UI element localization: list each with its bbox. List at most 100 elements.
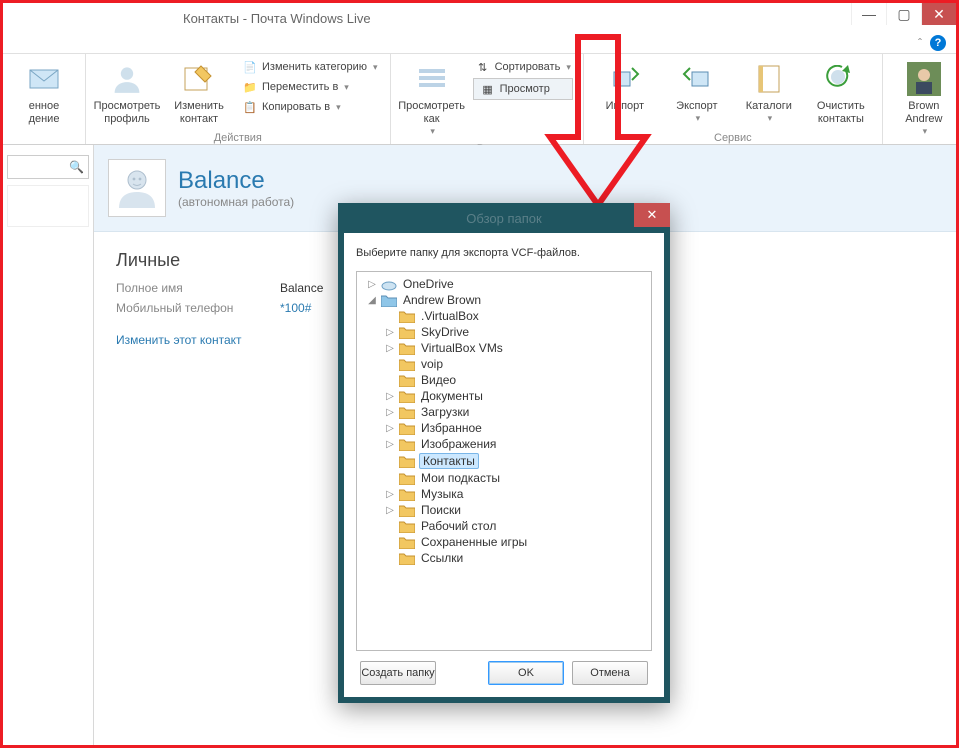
chevron-down-icon: ▾ [373,62,378,73]
view-as-button[interactable]: Просмотреть как▾ [397,58,467,141]
window-titlebar: Контакты - Почта Windows Live — ▢ ✕ [3,3,956,33]
tree-node[interactable]: .VirtualBox [359,308,649,324]
tree-node-label: voip [419,357,445,371]
help-icon[interactable]: ? [930,35,946,51]
tree-node[interactable]: Видео [359,372,649,388]
sort-button[interactable]: ⇅Сортировать▾ [473,58,573,76]
tree-node[interactable]: Мои подкасты [359,470,649,486]
ok-button[interactable]: OK [488,661,564,685]
tree-node-label: OneDrive [401,277,456,291]
tree-node-label: Контакты [419,453,479,469]
chevron-down-icon: ▾ [768,113,773,124]
search-input[interactable]: 🔍 [7,155,89,179]
folder-icon [399,325,415,339]
new-folder-button[interactable]: Создать папку [360,661,436,685]
tree-expand-icon[interactable]: ▷ [385,327,395,338]
chevron-down-icon: ▾ [923,126,928,137]
folder-icon [399,437,415,451]
tree-expand-icon[interactable]: ▷ [385,489,395,500]
tree-expand-icon[interactable]: ▷ [385,407,395,418]
tree-expand-icon[interactable] [385,359,395,370]
contact-list[interactable] [7,185,89,227]
catalogs-button[interactable]: Каталоги▾ [734,58,804,128]
mobile-value[interactable]: *100# [280,301,311,315]
tree-expand-icon[interactable] [385,311,395,322]
account-button[interactable]: Brown Andrew▾ [889,58,959,141]
category-icon: 📄 [242,59,258,75]
tree-node-label: Мои подкасты [419,471,502,485]
refresh-contacts-icon [824,62,858,96]
tree-node[interactable]: Ссылки [359,550,649,566]
import-icon [608,62,642,96]
tree-expand-icon[interactable]: ▷ [385,391,395,402]
export-icon [680,62,714,96]
tree-node[interactable]: ▷Загрузки [359,404,649,420]
preview-toggle[interactable]: ▦Просмотр [473,78,573,100]
tree-expand-icon[interactable]: ▷ [385,439,395,450]
tree-node-label: SkyDrive [419,325,471,339]
tree-expand-icon[interactable] [385,456,395,467]
tree-node[interactable]: ▷ Избранное [359,420,649,436]
new-message-button[interactable]: енное дение [9,58,79,130]
avatar-placeholder [108,159,166,217]
tree-node-label: Сохраненные игры [419,535,529,549]
tree-expand-icon[interactable] [385,553,395,564]
tree-node[interactable]: Контакты [359,452,649,470]
folder-icon [399,389,415,403]
list-view-icon [415,62,449,96]
move-icon: 📁 [242,79,258,95]
chevron-down-icon: ▾ [566,62,571,73]
tree-node[interactable]: ▷ Поиски [359,502,649,518]
book-icon [752,62,786,96]
tree-expand-icon[interactable]: ▷ [367,279,377,290]
edit-contact-button[interactable]: Изменить контакт [164,58,234,130]
ribbon-collapse-icon[interactable]: ˆ [918,36,922,50]
folder-icon [399,535,415,549]
tree-node[interactable]: ◢ Andrew Brown [359,292,649,308]
tree-node[interactable]: ▷Документы [359,388,649,404]
tree-node[interactable]: ▷VirtualBox VMs [359,340,649,356]
clear-contacts-button[interactable]: Очистить контакты [806,58,876,130]
import-button[interactable]: Импорт [590,58,660,117]
tree-expand-icon[interactable]: ▷ [385,343,395,354]
export-button[interactable]: Экспорт▾ [662,58,732,128]
tree-expand-icon[interactable]: ▷ [385,423,395,434]
folder-icon [399,471,415,485]
tree-node[interactable]: ▷Музыка [359,486,649,502]
full-name-value: Balance [280,281,323,295]
tree-node-label: Andrew Brown [401,293,483,307]
tree-node[interactable]: ▷Изображения [359,436,649,452]
folder-icon [399,373,415,387]
copy-to-button[interactable]: 📋Копировать в▾ [240,98,380,116]
dialog-close-button[interactable]: ✕ [634,203,670,227]
tree-node-label: Избранное [419,421,484,435]
folder-icon [399,357,415,371]
mail-icon [27,62,61,96]
tree-node-label: Поиски [419,503,463,517]
folder-tree[interactable]: ▷ OneDrive ◢ Andrew Brown .VirtualBox ▷ SkyDr… [356,271,652,651]
tree-expand-icon[interactable]: ◢ [367,295,377,306]
tree-expand-icon[interactable] [385,521,395,532]
change-category-button[interactable]: 📄Изменить категорию▾ [240,58,380,76]
tree-expand-icon[interactable] [385,375,395,386]
tree-node[interactable]: Рабочий стол [359,518,649,534]
ribbon: енное дение Просмотреть профиль Изменить… [3,54,956,145]
chevron-down-icon: ▾ [344,82,349,93]
window-maximize-button[interactable]: ▢ [886,3,921,25]
move-to-button[interactable]: 📁Переместить в▾ [240,78,380,96]
tree-expand-icon[interactable]: ▷ [385,505,395,516]
window-minimize-button[interactable]: — [851,3,886,25]
folder-icon [399,551,415,565]
tree-node-label: .VirtualBox [419,309,481,323]
cancel-button[interactable]: Отмена [572,661,648,685]
view-profile-button[interactable]: Просмотреть профиль [92,58,162,130]
window-close-button[interactable]: ✕ [921,3,956,25]
tree-node[interactable]: ▷ OneDrive [359,276,649,292]
folder-icon [399,341,415,355]
tree-expand-icon[interactable] [385,537,395,548]
tree-node[interactable]: ▷ SkyDrive [359,324,649,340]
tree-node[interactable]: Сохраненные игры [359,534,649,550]
tree-expand-icon[interactable] [385,473,395,484]
tree-node[interactable]: voip [359,356,649,372]
chevron-down-icon: ▾ [430,126,435,137]
